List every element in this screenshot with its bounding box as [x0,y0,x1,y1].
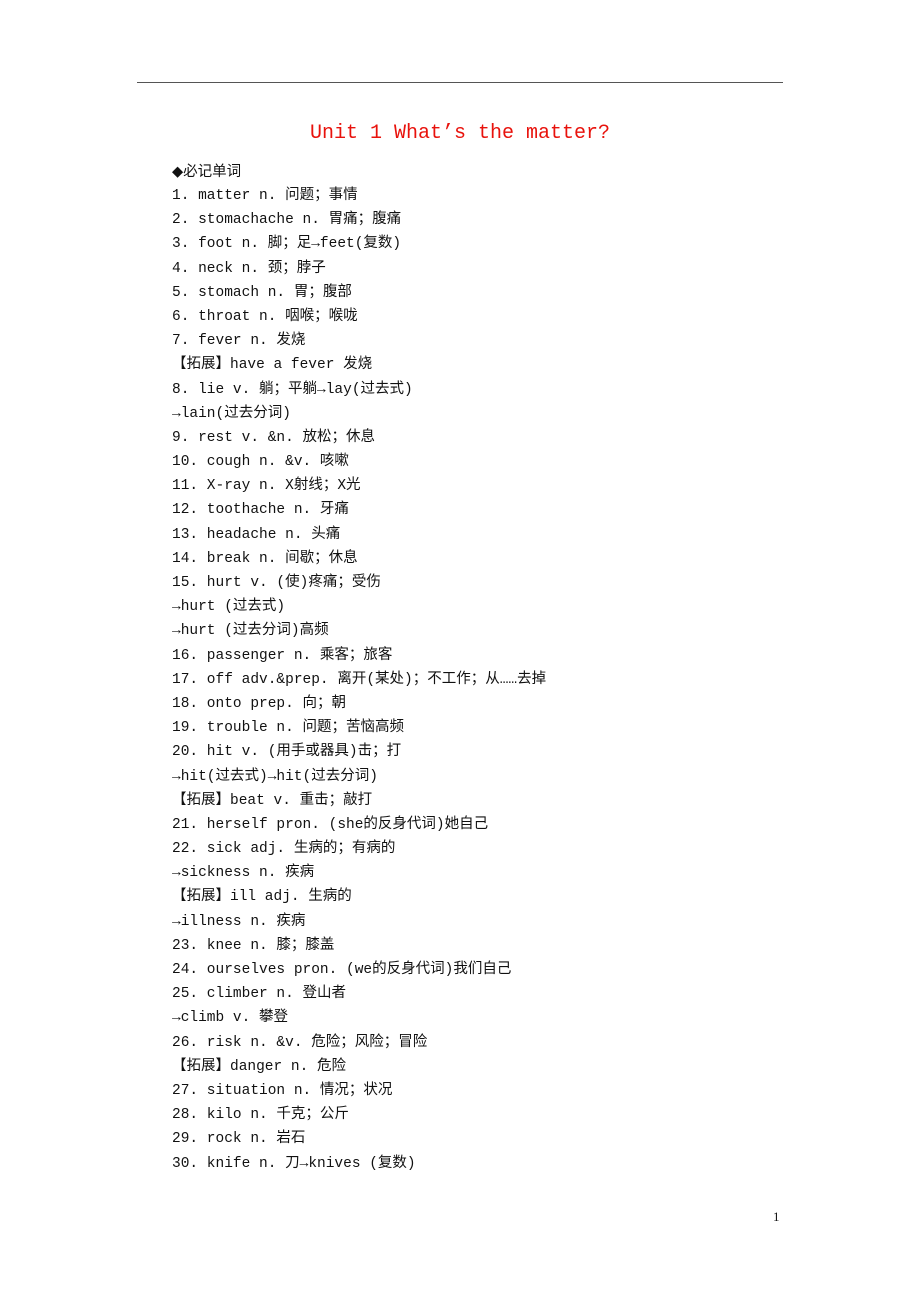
vocab-line: 13. headache n. 头痛 [172,526,341,543]
vocab-line: →illness n. 疾病 [172,913,306,930]
vocab-line: →hurt (过去分词)高频 [172,623,329,640]
vocab-line: 5. stomach n. 胃；腹部 [172,284,352,301]
vocab-line: 20. hit v. (用手或器具)击；打 [172,744,402,761]
vocab-line: 14. break n. 间歇；休息 [172,550,358,567]
vocab-line: 21. herself pron. (she的反身代词)她自己 [172,816,489,833]
vocab-line: 【拓展】beat v. 重击；敲打 [172,792,373,809]
vocab-line: 22. sick adj. 生病的；有病的 [172,841,396,858]
vocab-line: →climb v. 攀登 [172,1010,289,1027]
vocab-line: 4. neck n. 颈；脖子 [172,260,326,277]
vocab-line: 24. ourselves pron. (we的反身代词)我们自己 [172,962,512,978]
vocab-line: →lain(过去分词) [172,405,291,422]
vocab-line: 16. passenger n. 乘客；旅客 [172,647,393,664]
vocab-line: 【拓展】have a fever 发烧 [172,357,373,374]
vocab-line: 8. lie v. 躺；平躺→lay(过去式) [172,381,413,398]
vocab-line: 25. climber n. 登山者 [172,986,347,1003]
vocab-line: 30. knife n. 刀→knives (复数) [172,1155,416,1172]
vocab-line: 15. hurt v. (使)疼痛；受伤 [172,575,381,591]
section-heading: ◆必记单词 [172,164,242,180]
vocab-line: 18. onto prep. 向；朝 [172,695,347,712]
vocab-line: 10. cough n. &v. 咳嗽 [172,454,349,471]
vocab-line: 2. stomachache n. 胃痛；腹痛 [172,212,402,229]
vocab-line: 9. rest v. &n. 放松；休息 [172,429,376,446]
vocab-line: →sickness n. 疾病 [172,865,315,882]
vocab-line: 28. kilo n. 千克；公斤 [172,1107,349,1124]
vocab-line: 27. situation n. 情况；状况 [172,1082,393,1099]
header-rule [137,82,783,83]
vocab-line: 29. rock n. 岩石 [172,1131,306,1148]
unit-title: Unit 1 What’s the matter? [309,122,611,145]
vocab-line: 7. fever n. 发烧 [172,333,306,350]
vocab-line: 【拓展】danger n. 危险 [172,1058,347,1075]
vocab-line: 11. X-ray n. X射线；X光 [172,478,361,495]
vocab-line: →hit(过去式)→hit(过去分词) [172,768,378,785]
vocab-line: 1. matter n. 问题；事情 [172,188,358,204]
vocab-line: 【拓展】ill adj. 生病的 [172,889,352,906]
vocab-line: 19. trouble n. 问题；苦恼高频 [172,720,405,737]
vocab-line: →hurt (过去式) [172,599,286,616]
vocab-line: 23. knee n. 膝；膝盖 [172,937,335,954]
vocab-line: 3. foot n. 脚；足→feet(复数) [172,236,402,253]
vocab-line: 26. risk n. &v. 危险；风险；冒险 [172,1034,428,1051]
page-number: 1 [773,1209,780,1224]
vocabulary-list: 1. matter n. 问题；事情 2. stomachache n. 胃痛；腹… [172,184,546,1176]
vocab-line: 12. toothache n. 牙痛 [172,502,349,519]
vocab-line: 17. off adv.&prep. 离开(某处)；不工作；从……去掉 [172,671,547,688]
vocab-line: 6. throat n. 咽喉；喉咙 [172,308,358,325]
